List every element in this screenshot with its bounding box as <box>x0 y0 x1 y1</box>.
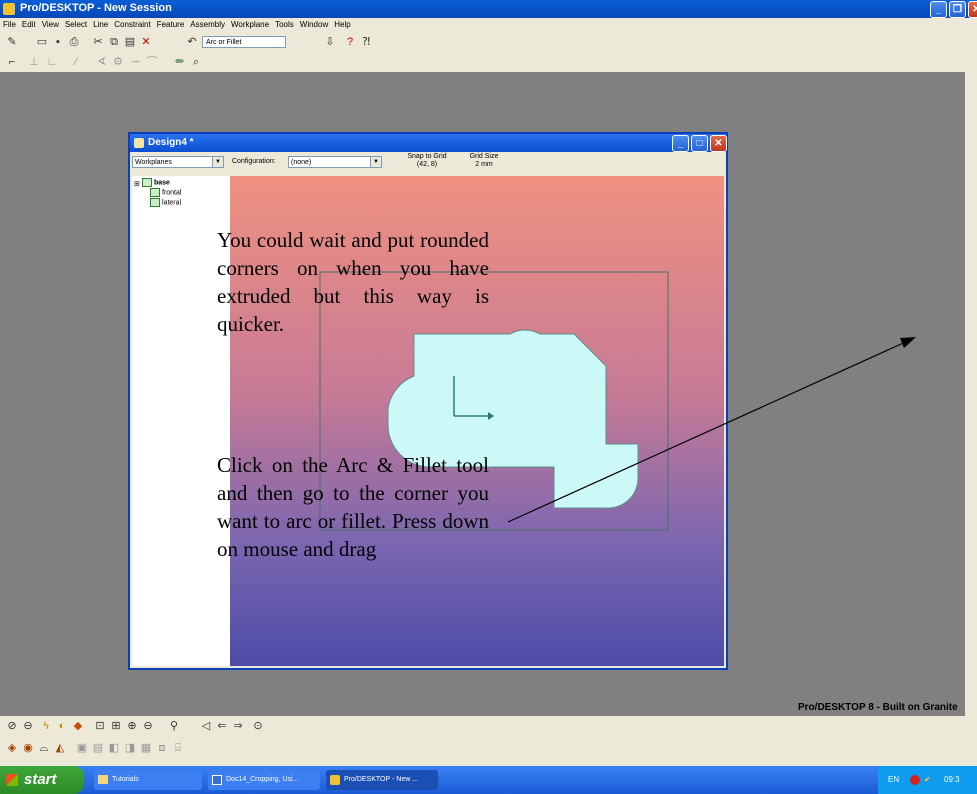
zoom-in-icon[interactable]: ⊕ <box>126 720 138 732</box>
previous-view-icon[interactable]: ◁ <box>200 720 212 732</box>
system-tray: EN ✔ 09:3 <box>878 766 977 794</box>
split-icon[interactable]: ⌸ <box>172 742 184 754</box>
security-icon[interactable]: ✔ <box>924 766 931 794</box>
word-icon <box>212 775 222 785</box>
rotate-icon[interactable]: ⊖ <box>22 720 34 732</box>
folder-icon <box>98 775 108 784</box>
loft-icon[interactable]: ◭ <box>54 742 66 754</box>
task-word-doc[interactable]: Doc14_Cropping, Usi... <box>208 770 320 790</box>
network-icon[interactable] <box>910 775 920 785</box>
sweep-icon[interactable]: ⌓ <box>38 742 50 754</box>
arrow-head-icon <box>900 337 916 348</box>
chamfer-icon[interactable]: ◧ <box>108 742 120 754</box>
task-label: Doc14_Cropping, Usi... <box>226 776 299 783</box>
revolve-icon[interactable]: ◉ <box>22 742 34 754</box>
clock[interactable]: 09:3 <box>944 766 960 794</box>
task-tutorials[interactable]: Tutorials <box>94 770 202 790</box>
zoom-out-icon[interactable]: ⊖ <box>142 720 154 732</box>
task-label: Tutorials <box>112 776 139 783</box>
view-select-icon[interactable]: ⚲ <box>168 720 180 732</box>
windows-logo-icon <box>6 774 18 786</box>
annotation-arrow <box>507 339 911 523</box>
task-pro-desktop[interactable]: Pro/DESKTOP - New ... <box>326 770 438 790</box>
shade-icon[interactable]: ◐ <box>56 720 68 732</box>
zoom-window-icon[interactable]: ⊞ <box>110 720 122 732</box>
draft-icon[interactable]: ▤ <box>92 742 104 754</box>
task-label: Pro/DESKTOP - New ... <box>344 776 419 783</box>
pro-desktop-icon <box>330 775 340 785</box>
annotation-arrow-layer <box>507 337 916 523</box>
start-button[interactable]: start <box>0 766 84 794</box>
render-icon[interactable]: ◆ <box>72 720 84 732</box>
lightning-icon[interactable]: ϟ <box>40 720 52 732</box>
forward-icon[interactable]: ⇒ <box>232 720 244 732</box>
mirror-icon[interactable]: ⧈ <box>156 742 168 754</box>
feature-toolbar: ◈ ◉ ⌓ ◭ ▣ ▤ ◧ ◨ ▦ ⧈ ⌸ <box>0 738 977 760</box>
design-icon[interactable]: ⊘ <box>6 720 18 732</box>
back-icon[interactable]: ⇐ <box>216 720 228 732</box>
zoom-fit-icon[interactable]: ⊡ <box>94 720 106 732</box>
fillet-icon[interactable]: ◨ <box>124 742 136 754</box>
shell-icon[interactable]: ▣ <box>76 742 88 754</box>
view-toolbar: ⊘ ⊖ ϟ ◐ ◆ ⊡ ⊞ ⊕ ⊖ ⚲ ◁ ⇐ ⇒ ⊙ <box>0 716 977 738</box>
language-indicator[interactable]: EN <box>888 766 899 794</box>
extrude-icon[interactable]: ◈ <box>6 742 18 754</box>
start-label: start <box>24 771 57 788</box>
pattern-icon[interactable]: ▦ <box>140 742 152 754</box>
reset-icon[interactable]: ⊙ <box>252 720 264 732</box>
